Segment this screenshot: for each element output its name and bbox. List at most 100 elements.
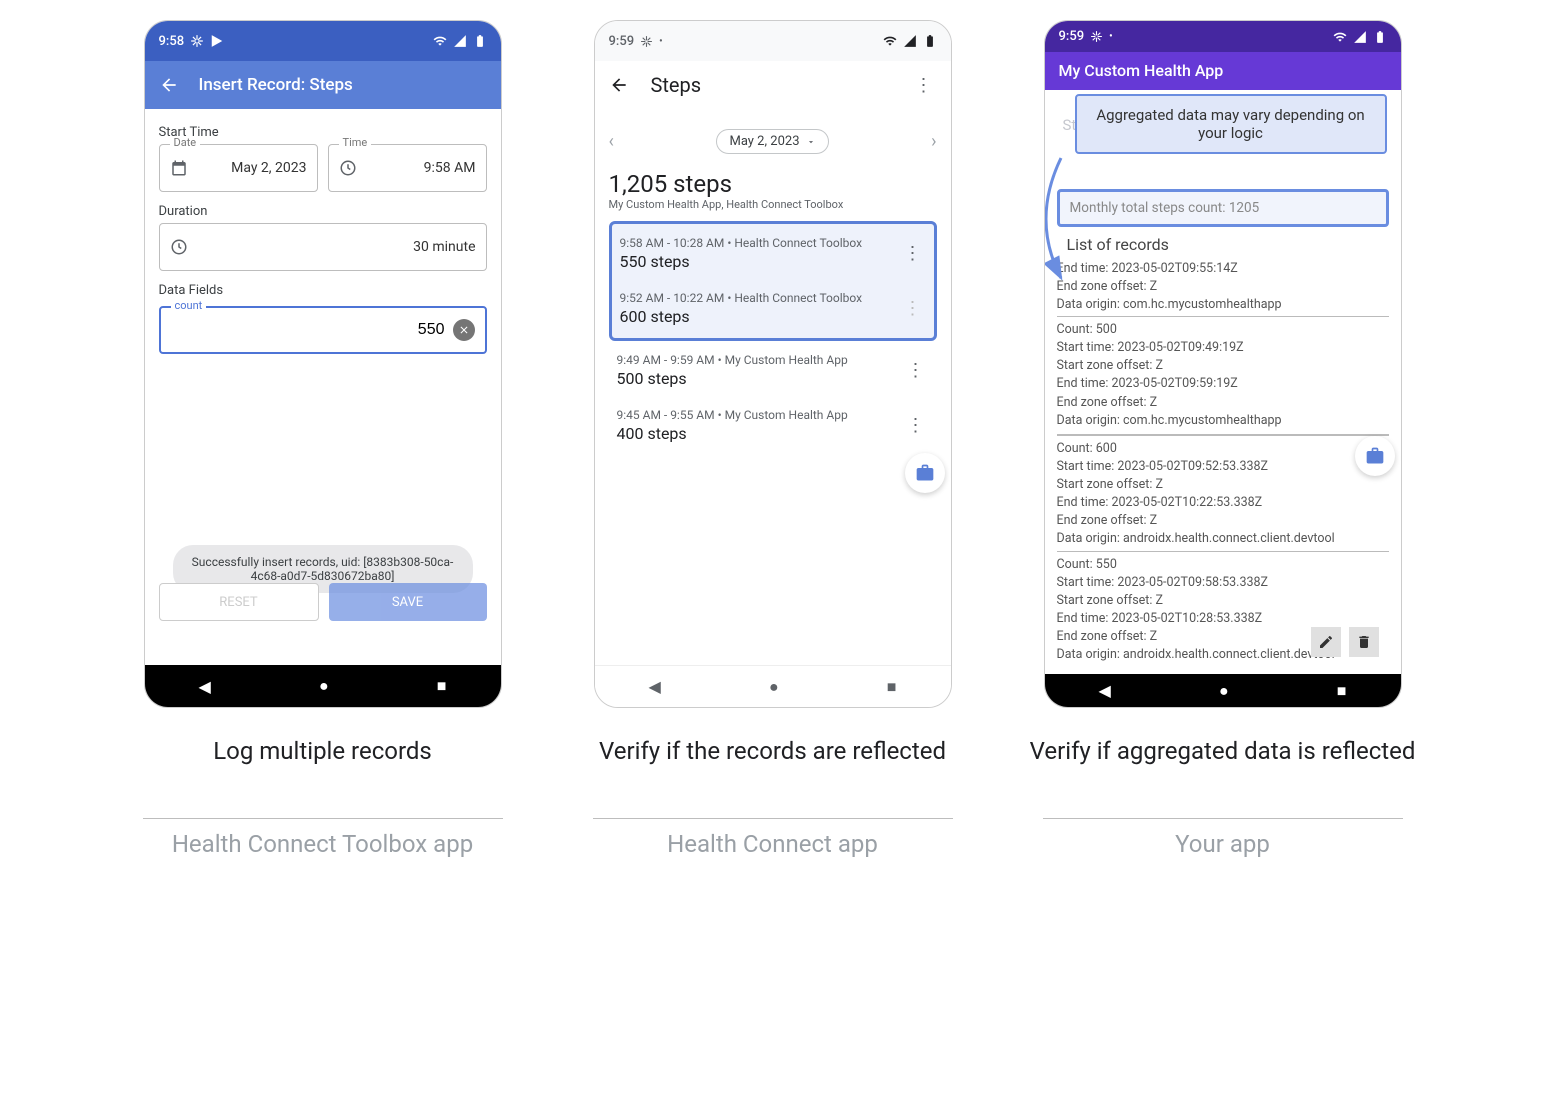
record-item[interactable]: 9:45 AM - 9:55 AM • My Custom Health App…	[609, 398, 937, 453]
app-bar: My Custom Health App	[1045, 52, 1401, 89]
play-store-icon	[210, 34, 224, 48]
record-count: 500 steps	[617, 369, 848, 388]
overflow-menu[interactable]: ⋮	[911, 75, 937, 96]
record-detail: Count: 600 Start time: 2023-05-02T09:52:…	[1057, 435, 1389, 551]
pinwheel-icon	[640, 35, 653, 48]
count-input[interactable]	[171, 321, 453, 339]
record-detail: End time: 2023-05-02T09:55:14Z End zone …	[1057, 258, 1389, 316]
date-picker-legend: Date	[170, 136, 201, 149]
signal-icon	[1353, 30, 1367, 44]
nav-home[interactable]: ●	[769, 677, 779, 697]
record-item[interactable]: 9:49 AM - 9:59 AM • My Custom Health App…	[609, 343, 937, 398]
battery-icon	[473, 34, 487, 48]
system-nav: ◀ ● ■	[145, 665, 501, 707]
total-steps: 1,205 steps	[609, 170, 937, 198]
toolbox-icon	[915, 463, 935, 483]
battery-icon	[923, 34, 937, 48]
date-picker[interactable]: Date May 2, 2023	[159, 144, 318, 192]
phone-healthconnect: 9:59 • Steps ⋮ ‹ May 2,	[594, 20, 952, 708]
data-sources: My Custom Health App, Health Connect Too…	[609, 198, 937, 211]
caption: Log multiple records	[213, 736, 432, 800]
data-fields-label: Data Fields	[159, 283, 487, 298]
duration-picker[interactable]: 30 minute	[159, 223, 487, 271]
form-content: Start Time Date May 2, 2023 Time 9:58 AM…	[145, 109, 501, 665]
nav-home[interactable]: ●	[1219, 681, 1229, 701]
list-title: List of records	[1067, 235, 1389, 254]
status-bar: 9:59 •	[595, 21, 951, 61]
screen-title: Insert Record: Steps	[199, 75, 353, 95]
clear-button[interactable]	[453, 319, 475, 341]
callout-tooltip: Aggregated data may vary depending on yo…	[1075, 94, 1387, 154]
phone-toolbox: 9:58 Insert Record: Steps Start Time Dat…	[144, 20, 502, 708]
back-button[interactable]	[609, 75, 629, 95]
signal-icon	[903, 34, 917, 48]
date-value: May 2, 2023	[729, 134, 799, 149]
status-bar: 9:59 •	[1045, 21, 1401, 52]
delete-button[interactable]	[1349, 627, 1379, 657]
record-meta: 9:49 AM - 9:59 AM • My Custom Health App	[617, 353, 848, 367]
time-value: 9:58 AM	[424, 160, 476, 176]
trash-icon	[1356, 634, 1372, 650]
wifi-icon	[433, 34, 447, 48]
signal-icon	[453, 34, 467, 48]
time-picker-legend: Time	[339, 136, 372, 149]
record-count: 400 steps	[617, 424, 848, 443]
system-nav: ◀ ● ■	[595, 665, 951, 707]
record-item[interactable]: 9:52 AM - 10:22 AM • Health Connect Tool…	[612, 281, 934, 336]
app-bar: Insert Record: Steps	[145, 61, 501, 109]
nav-recent[interactable]: ■	[437, 676, 447, 696]
start-time-label: Start Time	[159, 125, 487, 140]
record-item[interactable]: 9:58 AM - 10:28 AM • Health Connect Tool…	[612, 226, 934, 281]
date-selector[interactable]: May 2, 2023	[716, 129, 828, 154]
caption: Verify if the records are reflected	[599, 736, 946, 800]
nav-back[interactable]: ◀	[1099, 681, 1111, 700]
status-bar: 9:58	[145, 21, 501, 61]
record-menu[interactable]: ⋮	[903, 415, 929, 436]
arrow-back-icon	[609, 75, 629, 95]
duration-value: 30 minute	[413, 239, 475, 255]
steps-content: ‹ May 2, 2023 › 1,205 steps My Custom He…	[595, 109, 951, 665]
highlighted-records: 9:58 AM - 10:28 AM • Health Connect Tool…	[609, 221, 937, 341]
nav-recent[interactable]: ■	[887, 677, 897, 697]
system-nav: ◀ ● ■	[1045, 674, 1401, 707]
count-legend: count	[171, 299, 207, 312]
record-detail: Count: 500 Start time: 2023-05-02T09:49:…	[1057, 316, 1389, 435]
record-menu[interactable]: ⋮	[900, 243, 926, 264]
wifi-icon	[1333, 30, 1347, 44]
wifi-icon	[883, 34, 897, 48]
arrow-back-icon	[159, 75, 179, 95]
record-meta: 9:58 AM - 10:28 AM • Health Connect Tool…	[620, 236, 863, 250]
divider	[143, 818, 503, 819]
caption: Verify if aggregated data is reflected	[1030, 736, 1416, 800]
phone-customapp: 9:59 • My Custom Health App Aggregated d…	[1044, 20, 1402, 708]
callout-arrow	[1044, 150, 1083, 330]
nav-back[interactable]: ◀	[199, 677, 211, 696]
toolbox-fab[interactable]	[1355, 436, 1395, 476]
sub-caption: Your app	[1175, 829, 1270, 860]
status-time: 9:59	[609, 34, 635, 49]
save-button[interactable]: SAVE	[329, 583, 487, 621]
nav-home[interactable]: ●	[319, 676, 329, 696]
prev-day-button[interactable]: ‹	[609, 131, 614, 152]
edit-button[interactable]	[1311, 627, 1341, 657]
screen-title: Steps	[651, 73, 702, 97]
nav-back[interactable]: ◀	[649, 677, 661, 696]
calendar-icon	[170, 159, 188, 177]
nav-recent[interactable]: ■	[1337, 681, 1347, 701]
next-day-button[interactable]: ›	[931, 131, 936, 152]
sub-caption: Health Connect app	[667, 829, 878, 860]
time-picker[interactable]: Time 9:58 AM	[328, 144, 487, 192]
clock-icon	[170, 238, 188, 256]
record-meta: 9:52 AM - 10:22 AM • Health Connect Tool…	[620, 291, 863, 305]
toolbox-fab[interactable]	[905, 453, 945, 493]
record-menu[interactable]: ⋮	[900, 298, 926, 319]
close-icon	[458, 324, 470, 336]
record-menu[interactable]: ⋮	[903, 360, 929, 381]
count-input-box[interactable]: count	[159, 306, 487, 354]
back-button[interactable]	[159, 75, 179, 95]
status-time: 9:58	[159, 34, 185, 49]
pinwheel-icon	[1090, 30, 1103, 43]
sub-caption: Health Connect Toolbox app	[172, 829, 473, 860]
reset-button[interactable]: RESET	[159, 583, 319, 621]
record-count: 550 steps	[620, 252, 863, 271]
